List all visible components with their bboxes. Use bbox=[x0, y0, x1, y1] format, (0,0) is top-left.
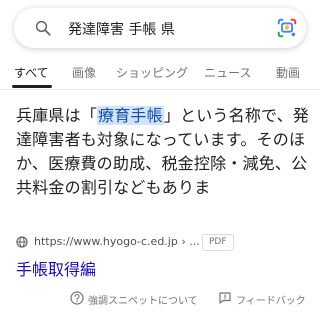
snippet-footer: 強調スニペットについて フィードバック bbox=[0, 288, 320, 310]
help-icon[interactable] bbox=[70, 291, 84, 305]
google-lens-icon[interactable] bbox=[276, 17, 298, 39]
result-url[interactable]: https://www.hyogo-c.ed.jp › ... bbox=[34, 235, 200, 248]
feedback-link[interactable]: フィードバック bbox=[236, 292, 306, 307]
snippet-text-before: 兵庫県は「 bbox=[16, 106, 98, 125]
tab-videos[interactable]: 動画 bbox=[276, 64, 300, 81]
active-tab-indicator bbox=[12, 85, 52, 88]
feedback-icon[interactable] bbox=[218, 291, 232, 305]
tab-shopping[interactable]: ショッピング bbox=[116, 64, 188, 81]
tab-images[interactable]: 画像 bbox=[72, 64, 96, 81]
tab-all[interactable]: すべて bbox=[14, 64, 49, 81]
result-source[interactable]: https://www.hyogo-c.ed.jp › ... PDF bbox=[16, 234, 312, 252]
search-query[interactable]: 発達障害 手帳 県 bbox=[68, 19, 175, 39]
search-bar[interactable]: 発達障害 手帳 県 bbox=[14, 8, 306, 48]
tabs-divider bbox=[0, 89, 320, 90]
snippet-highlight: 療育手帳 bbox=[97, 106, 164, 125]
search-icon bbox=[35, 20, 51, 36]
search-tabs: すべて 画像 ショッピング ニュース 動画 bbox=[0, 60, 320, 90]
tab-news[interactable]: ニュース bbox=[204, 64, 251, 81]
file-type-badge: PDF bbox=[202, 234, 234, 251]
globe-icon bbox=[16, 236, 28, 248]
result-title-link[interactable]: 手帳取得編 bbox=[16, 256, 96, 280]
featured-snippet-text: 兵庫県は「療育手帳」という名称で、発達障害者も対象になっています。そのほか、医療… bbox=[16, 104, 312, 200]
about-snippets-link[interactable]: 強調スニペットについて bbox=[88, 292, 198, 307]
